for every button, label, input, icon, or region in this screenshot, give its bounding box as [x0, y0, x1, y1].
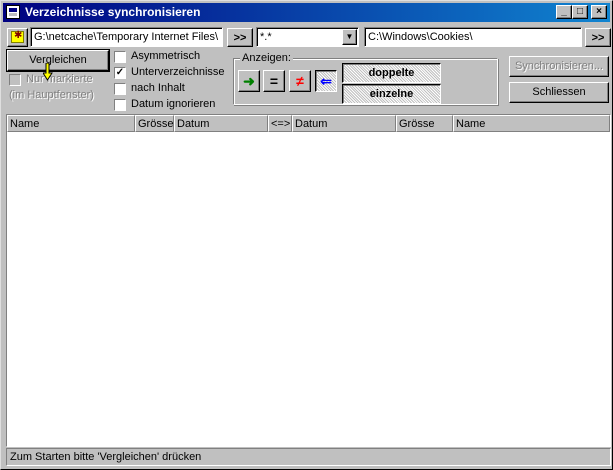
display-group-label: Anzeigen:: [240, 52, 293, 64]
star-folder-icon: ✱: [11, 30, 24, 43]
comparison-list[interactable]: Name Grösse Datum <=> Datum Grösse Name: [6, 114, 611, 447]
singles-toggle[interactable]: einzelne: [342, 84, 441, 104]
column-header-left-name[interactable]: Name: [7, 115, 135, 132]
column-header-left-date[interactable]: Datum: [174, 115, 268, 132]
list-header: Name Grösse Datum <=> Datum Grösse Name: [7, 115, 610, 132]
file-filter-combo[interactable]: *.* ▼: [256, 27, 359, 47]
show-copy-right-button[interactable]: ➜: [238, 70, 260, 92]
window-title: Verzeichnisse synchronisieren: [25, 5, 201, 19]
left-browse-button[interactable]: >>: [227, 28, 253, 47]
chevron-down-icon[interactable]: ▼: [342, 29, 357, 45]
compare-button[interactable]: Vergleichen: [6, 49, 110, 72]
show-different-button[interactable]: ≠: [289, 70, 311, 92]
favorites-button[interactable]: ✱: [7, 28, 28, 47]
status-bar: Zum Starten bitte 'Vergleichen' drücken: [6, 448, 611, 466]
close-button[interactable]: ×: [591, 5, 607, 19]
title-bar[interactable]: Verzeichnisse synchronisieren _ □ ×: [3, 3, 610, 22]
right-path-input[interactable]: C:\Windows\Cookies\: [364, 27, 582, 47]
only-marked-sublabel: (im Hauptfenster): [9, 89, 94, 101]
not-equal-icon: ≠: [296, 73, 304, 89]
subdirectories-option[interactable]: ✓ Unterverzeichnisse: [114, 66, 229, 80]
equal-icon: =: [269, 73, 279, 89]
only-marked-checkbox[interactable]: [9, 74, 21, 86]
app-save-icon[interactable]: [6, 5, 20, 19]
by-content-checkbox[interactable]: [114, 83, 126, 95]
synchronize-button[interactable]: Synchronisieren...: [509, 56, 609, 77]
by-content-option[interactable]: nach Inhalt: [114, 82, 224, 96]
show-copy-left-button[interactable]: ⇐: [315, 70, 337, 92]
asymmetric-checkbox[interactable]: [114, 51, 126, 63]
show-equal-button[interactable]: =: [263, 70, 285, 92]
column-header-compare[interactable]: <=>: [268, 115, 292, 132]
column-header-left-size[interactable]: Grösse: [135, 115, 174, 132]
subdirectories-label: Unterverzeichnisse: [131, 66, 225, 78]
column-header-right-date[interactable]: Datum: [292, 115, 396, 132]
column-header-right-name[interactable]: Name: [453, 115, 610, 132]
only-marked-option[interactable]: Nur markierte: [9, 73, 119, 87]
left-arrow-icon: ⇐: [320, 73, 332, 89]
by-content-label: nach Inhalt: [131, 82, 185, 94]
file-filter-value: *.*: [260, 31, 272, 43]
only-marked-label: Nur markierte: [26, 73, 93, 85]
asymmetric-label: Asymmetrisch: [131, 50, 201, 62]
minimize-button[interactable]: _: [556, 5, 572, 19]
asymmetric-option[interactable]: Asymmetrisch: [114, 50, 224, 64]
right-arrow-icon: ➜: [243, 73, 255, 89]
left-path-input[interactable]: G:\netcache\Temporary Internet Files\: [30, 27, 223, 47]
column-header-right-size[interactable]: Grösse: [396, 115, 453, 132]
ignore-date-option[interactable]: Datum ignorieren: [114, 98, 224, 112]
sync-dialog-window: Verzeichnisse synchronisieren _ □ × ✱ G:…: [0, 0, 613, 470]
ignore-date-label: Datum ignorieren: [131, 98, 216, 110]
duplicates-toggle[interactable]: doppelte: [342, 63, 441, 83]
mouse-pointer-icon: [43, 63, 53, 81]
ignore-date-checkbox[interactable]: [114, 99, 126, 111]
right-browse-button[interactable]: >>: [585, 28, 611, 47]
subdirectories-checkbox[interactable]: ✓: [114, 67, 126, 79]
close-dialog-button[interactable]: Schliessen: [509, 82, 609, 103]
maximize-button[interactable]: □: [572, 5, 588, 19]
